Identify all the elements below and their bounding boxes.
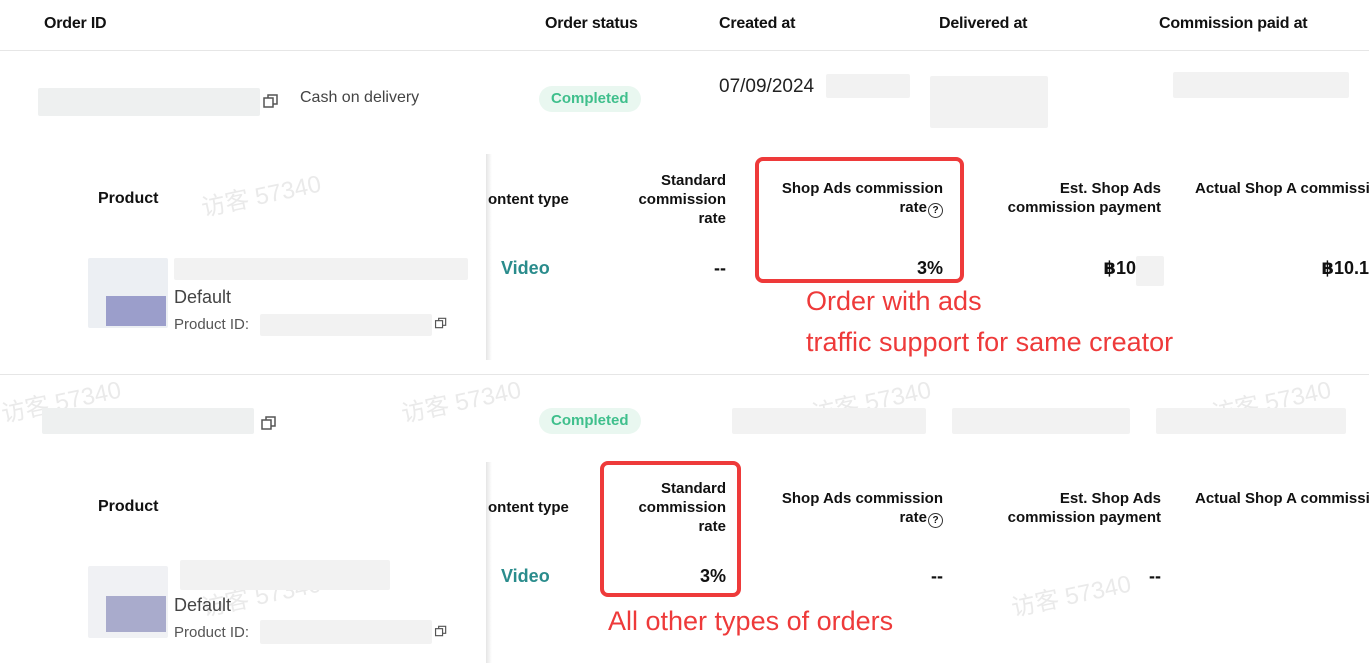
column-header-order-id: Order ID	[44, 15, 107, 32]
copy-icon[interactable]	[262, 92, 280, 110]
standard-rate-header-text: Standard commission rate	[638, 172, 726, 227]
payment-method: Cash on delivery	[300, 89, 420, 106]
delivered-at-redacted	[930, 76, 1048, 128]
product-name-redacted	[174, 258, 468, 280]
product-variant: Default	[174, 595, 232, 615]
est-payment-header: Est. Shop Ads commission payment	[1007, 180, 1161, 216]
content-type-header: ontent type	[488, 499, 569, 516]
content-type-video-link[interactable]: Video	[501, 258, 550, 279]
product-header: Product	[98, 190, 159, 207]
column-header-delivered-at: Delivered at	[939, 15, 1028, 32]
product-header: Product	[98, 498, 159, 515]
est-payment-value: --	[1149, 566, 1161, 586]
status-badge: Completed	[539, 408, 641, 434]
product-id-label: Product ID:	[174, 316, 250, 333]
column-header-order-status: Order status	[545, 15, 638, 32]
created-time-redacted	[826, 74, 910, 98]
status-badge: Completed	[539, 86, 641, 112]
product-image-swatch	[106, 596, 166, 632]
commission-paid-redacted	[1156, 408, 1346, 434]
created-date: 07/09/2024	[719, 76, 815, 97]
copy-icon[interactable]	[260, 414, 278, 432]
help-icon[interactable]: ?	[928, 513, 943, 528]
content-type-video-link[interactable]: Video	[501, 566, 550, 587]
order-id-redacted	[38, 88, 260, 116]
shop-ads-rate-header-text: Shop Ads commission rate	[781, 490, 943, 526]
content-type-header: ontent type	[488, 191, 569, 208]
column-header-commission-paid-at: Commission paid at	[1159, 15, 1308, 32]
standard-rate-header: Standard commission rate	[620, 171, 726, 228]
product-image-swatch	[106, 296, 166, 326]
product-variant: Default	[174, 287, 232, 307]
order-divider	[0, 374, 1369, 375]
order-id-redacted	[42, 408, 254, 434]
annotation-line2: traffic support for same creator	[806, 327, 1174, 357]
watermark: 访客 57340	[199, 170, 324, 223]
actual-payment-value: ฿10.1	[1321, 258, 1369, 278]
annotation: All other types of orders	[608, 606, 894, 636]
delivered-at-redacted	[952, 408, 1130, 434]
product-id-label: Product ID:	[174, 624, 250, 641]
standard-rate-value: --	[714, 258, 726, 278]
created-at-redacted	[732, 408, 926, 434]
copy-icon[interactable]	[434, 316, 448, 330]
highlight-box	[600, 461, 741, 597]
watermark: 访客 57340	[399, 376, 524, 429]
panel-scroll-shadow	[486, 154, 492, 360]
annotation-line1: Order with ads	[806, 286, 982, 316]
copy-icon[interactable]	[434, 624, 448, 638]
shop-ads-rate-header: Shop Ads commission rate?	[770, 489, 943, 528]
header-divider	[0, 50, 1369, 51]
est-payment-value: ฿10	[1103, 258, 1136, 278]
product-id-redacted	[260, 314, 432, 336]
commission-paid-redacted	[1173, 72, 1349, 98]
column-header-created-at: Created at	[719, 15, 796, 32]
highlight-box	[755, 157, 964, 283]
actual-payment-header: Actual Shop A commission payment	[1195, 490, 1369, 507]
actual-payment-header: Actual Shop A commission payment	[1195, 180, 1369, 197]
shop-ads-rate-value: --	[931, 566, 943, 586]
panel-scroll-shadow	[486, 462, 492, 663]
product-name-redacted	[180, 560, 390, 590]
product-id-redacted	[260, 620, 432, 644]
est-payment-redacted	[1136, 256, 1164, 286]
est-payment-header: Est. Shop Ads commission payment	[1007, 490, 1161, 526]
